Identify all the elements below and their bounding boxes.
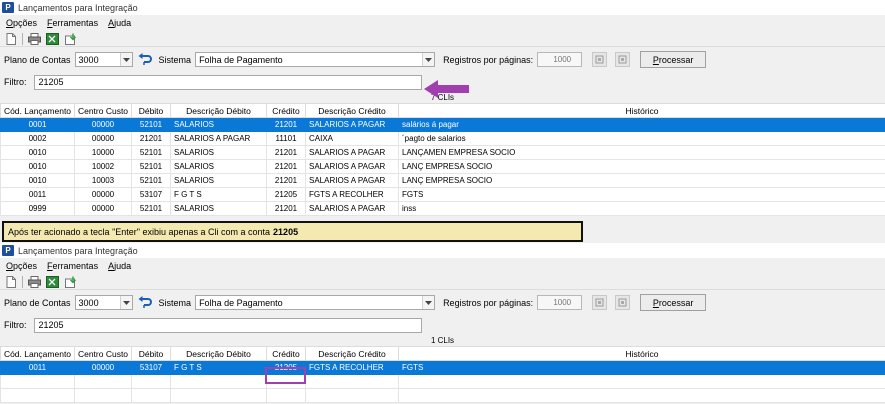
plano-label: Plano de Contas [4,297,71,308]
plano-select[interactable]: 3000 [74,52,133,67]
sistema-label: Sistema [158,54,192,65]
registros-input[interactable]: 1000 [537,52,583,67]
data-grid-top: Cód. Lançamento Centro Custo Débito Desc… [0,103,885,216]
export-excel-icon[interactable] [46,32,59,45]
app-logo-icon: P [2,245,14,256]
table-row[interactable]: 0010 10003 52101 SALARIOS 21201 SALARIOS A PA… [0,173,885,188]
filter-input[interactable]: 21205 [33,317,422,333]
table-row-empty [0,388,885,403]
window-top: P Lançamentos para Integração Opções Fer… [0,0,885,216]
window-title: Lançamentos para Integração [18,2,138,13]
col-centro-custo[interactable]: Centro Custo [74,346,132,361]
menu-ferramentas[interactable]: Ferramentas [47,261,98,271]
menu-bar: Opções Ferramentas Ajuda [0,15,885,31]
menu-opcoes[interactable]: Opções [6,261,37,271]
plano-label: Plano de Contas [4,54,71,65]
window-bottom: P Lançamentos para Integração Opções Fer… [0,243,885,404]
processar-button[interactable]: Processar [640,294,707,311]
window-title: Lançamentos para Integração [18,245,138,256]
sistema-select[interactable]: Folha de Pagamento [195,52,436,67]
last-page-icon[interactable] [615,295,631,310]
record-count: 1 CLIs [430,336,455,345]
highlight-box [265,367,306,384]
plano-select[interactable]: 3000 [74,295,133,310]
params-row: Plano de Contas 3000 Sistema Folha de Pa… [0,47,885,72]
refresh-icon[interactable] [137,52,153,67]
col-descricao-credito[interactable]: Descrição Crédito [305,346,399,361]
processar-button[interactable]: Processar [640,51,707,68]
new-document-icon[interactable] [4,275,17,288]
col-centro-custo[interactable]: Centro Custo [74,103,132,118]
params-row: Plano de Contas 3000 Sistema Folha de Pa… [0,290,885,315]
table-row[interactable]: 0011 00000 53107 F G T S 21205 FGTS A RECOLHE… [0,360,885,375]
table-row[interactable]: 0010 10000 52101 SALARIOS 21201 SALARIOS A PA… [0,145,885,160]
table-row[interactable]: 0002 00000 21201 SALARIOS A PAGAR 11101 CAIXA… [0,131,885,146]
import-icon[interactable] [64,275,77,288]
sistema-label: Sistema [158,297,192,308]
toolbar [0,31,885,47]
filter-label: Filtro: [4,77,27,87]
table-row[interactable]: 0011 00000 53107 F G T S 21205 FGTS A RECOLHE… [0,187,885,202]
col-credito[interactable]: Crédito [266,103,306,118]
dropdown-arrow-icon[interactable] [422,296,435,309]
header-row: Cód. Lançamento Centro Custo Débito Desc… [0,346,885,361]
dropdown-arrow-icon[interactable] [422,53,435,66]
registros-label: Registros por páginas: [443,297,534,308]
toolbar-separator [22,32,23,45]
table-row-empty [0,374,885,389]
pointer-arrow-icon [424,80,469,98]
table-row[interactable]: 0001 00000 52101 SALARIOS 21201 SALARIOS A PA… [0,117,885,132]
table-row[interactable]: 0010 10002 52101 SALARIOS 21201 SALARIOS A PA… [0,159,885,174]
print-icon[interactable] [28,275,41,288]
dropdown-arrow-icon[interactable] [119,53,132,66]
col-credito[interactable]: Crédito [266,346,306,361]
filter-row: Filtro: 21205 [0,315,885,335]
menu-bar: Opções Ferramentas Ajuda [0,258,885,274]
first-page-icon[interactable] [592,52,608,67]
registros-label: Registros por páginas: [443,54,534,65]
header-row: Cód. Lançamento Centro Custo Débito Desc… [0,103,885,118]
table-row[interactable]: 0999 00000 52101 SALARIOS 21201 SALARIOS A PA… [0,201,885,216]
export-excel-icon[interactable] [46,275,59,288]
toolbar-separator [22,275,23,288]
col-debito[interactable]: Débito [131,346,171,361]
col-historico[interactable]: Histórico [398,346,885,361]
toolbar [0,274,885,290]
menu-ajuda[interactable]: Ajuda [108,18,131,28]
col-descricao-debito[interactable]: Descrição Débito [170,103,267,118]
annotation-callout: Após ter acionado a tecla "Enter" exibiu… [2,221,583,242]
refresh-icon[interactable] [137,295,153,310]
sistema-select[interactable]: Folha de Pagamento [195,295,436,310]
registros-input[interactable]: 1000 [537,295,583,310]
col-historico[interactable]: Histórico [398,103,885,118]
col-descricao-credito[interactable]: Descrição Crédito [305,103,399,118]
data-grid-bottom: Cód. Lançamento Centro Custo Débito Desc… [0,346,885,403]
menu-opcoes[interactable]: Opções [6,18,37,28]
col-cod-lancamento[interactable]: Cód. Lançamento [0,103,75,118]
title-bar: P Lançamentos para Integração [0,0,885,15]
filter-input[interactable]: 21205 [33,74,422,90]
col-descricao-debito[interactable]: Descrição Débito [170,346,267,361]
title-bar: P Lançamentos para Integração [0,243,885,258]
new-document-icon[interactable] [4,32,17,45]
menu-ajuda[interactable]: Ajuda [108,261,131,271]
menu-ferramentas[interactable]: Ferramentas [47,18,98,28]
dropdown-arrow-icon[interactable] [119,296,132,309]
import-icon[interactable] [64,32,77,45]
last-page-icon[interactable] [615,52,631,67]
filter-label: Filtro: [4,320,27,330]
col-cod-lancamento[interactable]: Cód. Lançamento [0,346,75,361]
first-page-icon[interactable] [592,295,608,310]
app-logo-icon: P [2,2,14,13]
print-icon[interactable] [28,32,41,45]
col-debito[interactable]: Débito [131,103,171,118]
